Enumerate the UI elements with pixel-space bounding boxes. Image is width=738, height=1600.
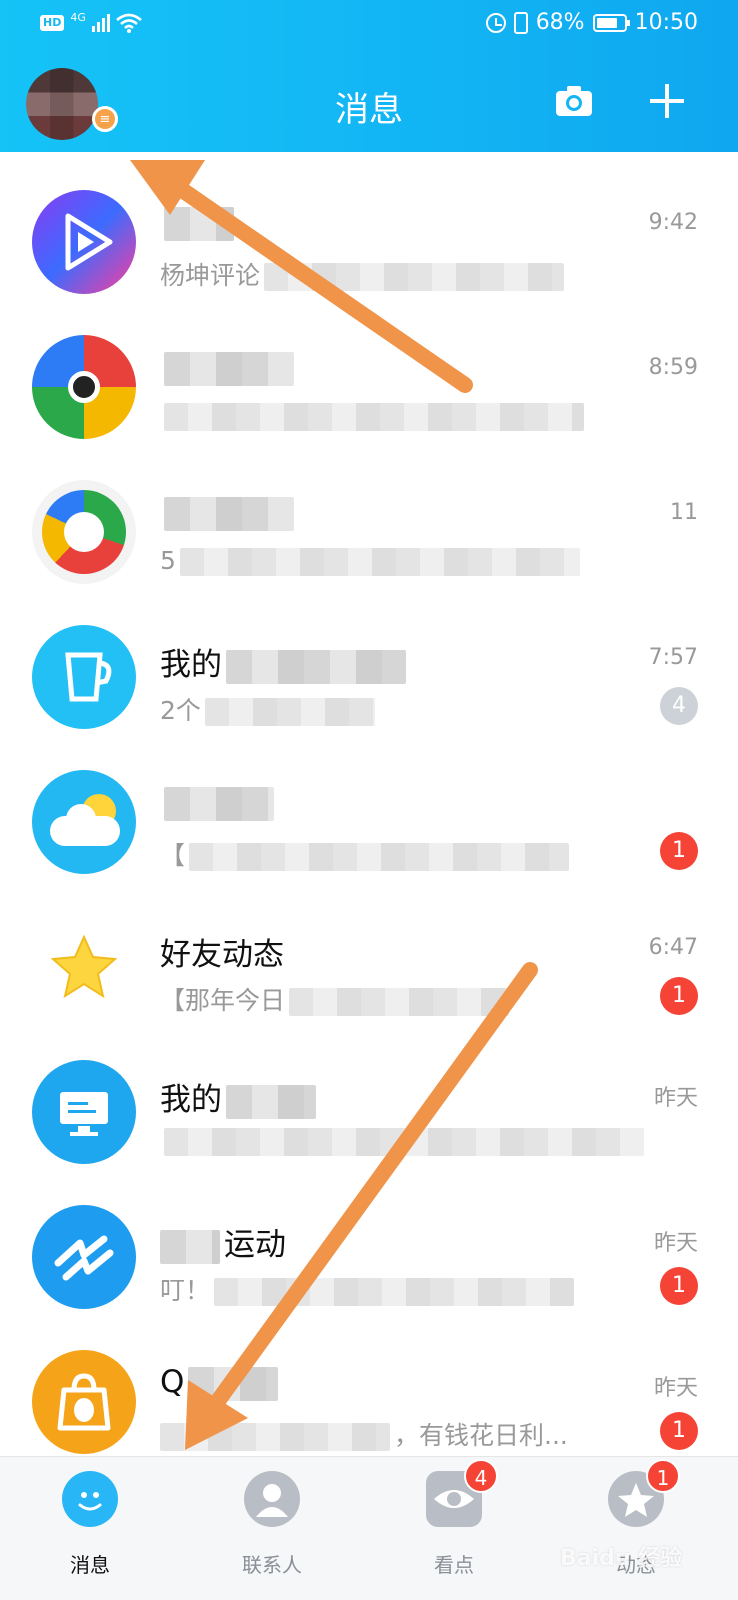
chat-preview: ，有钱花日利... [160,1416,568,1452]
star-icon [32,915,136,1019]
app-icon [32,335,136,439]
chat-time: 9:42 [648,210,698,235]
chat-preview: 杨坤评论 [160,256,565,292]
list-item[interactable]: 运动 叮！ 昨天 1 [0,1167,738,1312]
network-type: 4G [70,10,86,24]
tab-label: 看点 [434,1553,474,1577]
chat-name: 好友动态 [160,937,284,973]
sport-icon [32,1205,136,1309]
chat-preview [160,401,584,431]
conversation-list: 杨坤评论 9:42 8:59 5 11 我的 2个 7:57 4 【 1 好友动… [0,152,738,1456]
chat-time: 昨天 [653,1376,698,1401]
chat-name [160,494,294,531]
list-item[interactable]: 我的 2个 7:57 4 [0,587,738,732]
page-title: 消息 [335,90,403,130]
bottom-tab-bar: 消息 联系人 4 看点 1 动态 [0,1456,738,1600]
chat-preview: 叮！ [160,1271,575,1307]
alarm-icon [485,12,506,33]
list-item[interactable]: Q ，有钱花日利... 昨天 1 [0,1312,738,1456]
chat-name: 我的 [160,1074,316,1119]
chat-time: 6:47 [648,935,698,960]
chat-time: 昨天 [653,1231,698,1256]
tab-badge: 4 [464,1459,498,1493]
tab-kandian[interactable]: 4 看点 [384,1459,524,1600]
tab-feed[interactable]: 1 动态 [566,1459,706,1600]
eye-icon: 4 [426,1459,498,1527]
list-item[interactable]: 杨坤评论 9:42 [0,152,738,297]
browser-icon [32,480,136,584]
chat-preview: 【 [160,836,570,872]
chat-preview [160,1126,644,1156]
list-item[interactable]: 【 1 [0,732,738,877]
tab-label: 消息 [70,1553,110,1577]
chat-time: 7:57 [648,645,698,670]
list-item[interactable]: 8:59 [0,297,738,442]
hd-badge: HD [40,15,65,31]
chat-time: 昨天 [653,1086,698,1111]
cup-icon [32,625,136,729]
tab-messages[interactable]: 消息 [20,1471,160,1600]
contacts-icon [244,1471,300,1527]
list-item[interactable]: 我的 昨天 [0,1022,738,1167]
status-time: 10:50 [634,10,698,35]
chat-preview: 【那年今日 [160,981,510,1017]
video-play-icon [32,190,136,294]
unread-count-badge: 1 [660,977,698,1015]
wifi-icon [116,13,142,33]
watermark: Baidu 经验 [560,1546,683,1571]
tab-contacts[interactable]: 联系人 [202,1471,342,1600]
star-icon: 1 [608,1459,680,1527]
list-item[interactable]: 好友动态 【那年今日 6:47 1 [0,877,738,1022]
battery-icon [592,13,630,32]
tab-badge: 1 [646,1459,680,1493]
chat-name [160,349,294,386]
battery-percent: 68% [535,10,585,35]
status-bar: HD 4G 68% 10:50 [0,0,738,52]
computer-icon [32,1060,136,1164]
tab-label: 联系人 [242,1553,302,1577]
vibrate-icon [513,11,528,34]
chat-time: 8:59 [648,355,698,380]
chat-name: Q [160,1364,279,1401]
chat-name [160,204,234,241]
weather-icon [32,770,136,874]
chat-preview: 2个 [160,691,375,727]
unread-count-badge: 1 [660,1412,698,1450]
chat-time: 11 [670,500,698,525]
list-item[interactable]: 5 11 [0,442,738,587]
plus-icon[interactable] [648,82,686,120]
chat-name: 我的 [160,639,406,684]
unread-count-badge: 1 [660,832,698,870]
message-icon [62,1471,118,1527]
camera-icon[interactable] [554,84,594,118]
unread-count-badge: 1 [660,1267,698,1305]
chat-name [160,784,274,821]
chat-preview: 5 [160,546,580,576]
chat-name: 运动 [160,1219,286,1264]
top-bar: HD 4G 68% 10:50 ≡ 消息 [0,0,738,152]
unread-count-badge: 4 [660,687,698,725]
signal-icon [91,14,110,32]
penguin-icon [32,1350,136,1454]
